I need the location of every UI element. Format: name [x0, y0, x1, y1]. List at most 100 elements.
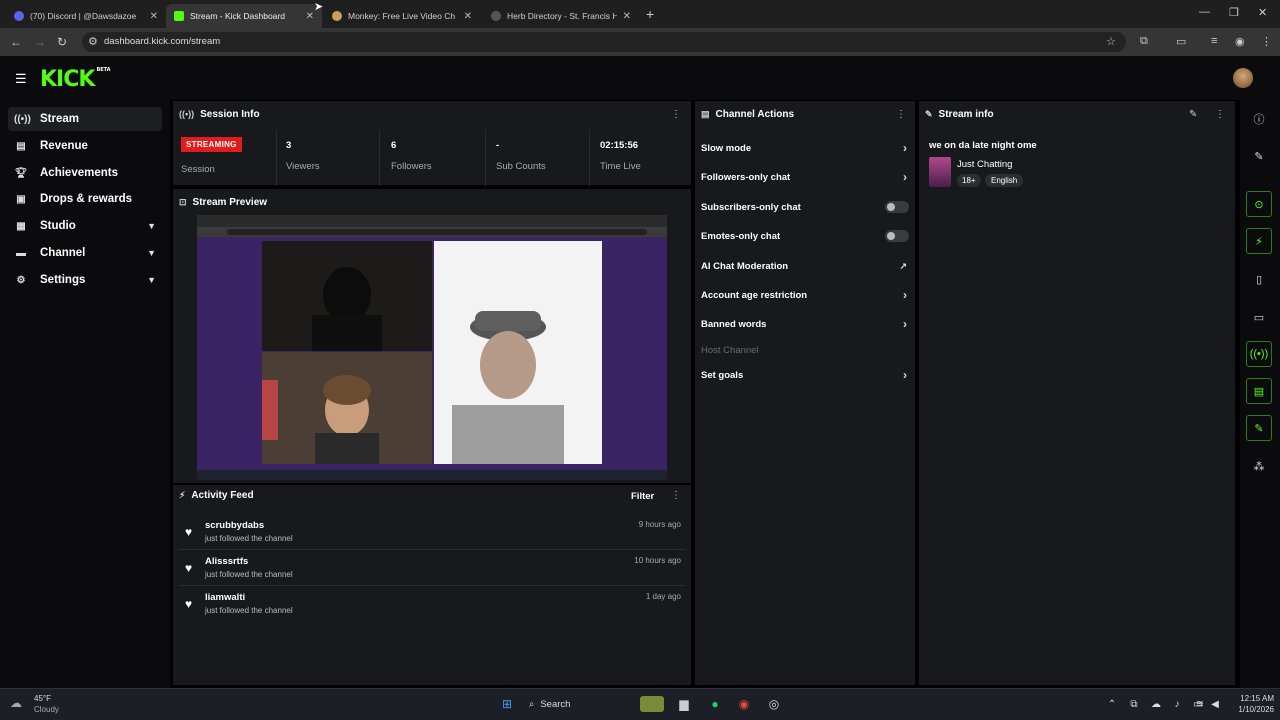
banned-words-option[interactable]: Banned words › — [701, 315, 909, 333]
filter-button[interactable]: Filter — [631, 491, 654, 502]
close-tab-icon[interactable]: ✕ — [623, 11, 631, 22]
volume-icon[interactable]: ◀ — [1207, 696, 1223, 712]
tab-monkey[interactable]: Monkey: Free Live Video Ch ✕ — [324, 4, 480, 28]
bookmark-star-icon[interactable]: ☆ — [1106, 35, 1116, 48]
clock-time[interactable]: 12:15 AM — [1226, 694, 1274, 703]
cloud-icon[interactable]: ☁ — [1148, 696, 1164, 712]
widgets-icon[interactable] — [640, 696, 664, 712]
chat-icon[interactable]: ▭ — [1246, 304, 1272, 330]
panel-header: ((•)) Session Info — [173, 101, 691, 127]
panel-title: Channel Actions — [715, 108, 795, 120]
activity-user[interactable]: Alisssrtfs — [205, 556, 248, 567]
reload-icon[interactable]: ↻ — [57, 35, 67, 49]
minimize-icon[interactable]: — — [1199, 6, 1210, 18]
back-icon[interactable]: ← — [10, 35, 22, 49]
activity-time: 10 hours ago — [634, 556, 681, 565]
broadcast-icon[interactable]: ((•)) — [1246, 341, 1272, 367]
sidebar-item-label: Revenue — [40, 140, 88, 152]
sidebar-item-revenue[interactable]: ▤ Revenue — [8, 134, 162, 158]
sidebar-item-label: Drops & rewards — [40, 193, 133, 205]
microphone-icon[interactable]: ♪ — [1169, 696, 1185, 712]
close-window-icon[interactable]: ✕ — [1258, 6, 1267, 19]
url-field[interactable]: dashboard.kick.com/stream — [82, 32, 1126, 52]
sidebar-item-drops[interactable]: ▣ Drops & rewards — [8, 187, 162, 211]
followers-only-chat-option[interactable]: Followers-only chat › — [701, 168, 909, 186]
trophy-icon: 🏆︎ — [14, 167, 28, 179]
document-icon[interactable]: ▯ — [1246, 266, 1272, 292]
site-info-icon[interactable]: ⚙ — [88, 35, 98, 48]
taskbar-search[interactable]: ⌕ Search — [523, 694, 633, 714]
more-options-icon[interactable]: ⋮ — [896, 109, 906, 120]
avatar[interactable] — [1233, 68, 1253, 88]
file-explorer-icon[interactable]: ▆ — [676, 696, 692, 712]
weather-icon[interactable]: ☁ — [10, 696, 22, 710]
tag-badge[interactable]: English — [985, 174, 1024, 187]
wifi-icon[interactable]: ≋ — [1192, 696, 1208, 712]
category-name[interactable]: Just Chatting — [957, 159, 1012, 170]
lightning-icon: ⚡︎ — [179, 489, 186, 500]
stat-value: - — [496, 140, 500, 151]
edit-icon[interactable]: ✎ — [1246, 143, 1272, 169]
emotes-only-toggle[interactable] — [885, 230, 909, 242]
close-tab-icon[interactable]: ✕ — [464, 11, 472, 22]
kick-logo[interactable]: KICK BETA — [40, 67, 111, 92]
subscribers-only-toggle[interactable] — [885, 201, 909, 213]
session-icon[interactable]: ⊙ — [1246, 191, 1272, 217]
account-age-restriction-option[interactable]: Account age restriction › — [701, 286, 909, 304]
activity-message: just followed the channel — [205, 570, 293, 579]
windows-start-icon[interactable]: ⊞ — [499, 696, 515, 712]
search-placeholder: Search — [540, 698, 571, 710]
stat-value: 3 — [286, 140, 292, 151]
slow-mode-option[interactable]: Slow mode › — [701, 139, 909, 157]
chevron-up-icon[interactable]: ⌃ — [1104, 696, 1120, 712]
users-icon[interactable]: ⁂ — [1246, 453, 1272, 479]
close-tab-icon[interactable]: ✕ — [306, 11, 314, 22]
more-options-icon[interactable]: ⋮ — [1215, 109, 1225, 120]
stat-value: 6 — [391, 140, 397, 151]
chevron-down-icon: ▼ — [147, 275, 156, 285]
new-tab-icon[interactable]: + — [646, 6, 654, 22]
app-icon[interactable]: ◎ — [766, 696, 782, 712]
sidebar-item-channel[interactable]: ▬ Channel ▼ — [8, 241, 162, 265]
kick-favicon-icon — [174, 11, 184, 21]
tray-app-icon[interactable]: ⧉ — [1126, 696, 1142, 712]
tag-badge[interactable]: 18+ — [957, 174, 981, 187]
clock-date[interactable]: 1/10/2026 — [1226, 705, 1274, 714]
sidebar-item-settings[interactable]: ⚙ Settings ▼ — [8, 268, 162, 292]
lightning-icon[interactable]: ⚡︎ — [1246, 228, 1272, 254]
extensions-icon[interactable]: ⧉ — [1140, 35, 1148, 48]
media-icon[interactable]: ≡ — [1211, 35, 1217, 47]
sidebar-item-achievements[interactable]: 🏆︎ Achievements — [8, 161, 162, 185]
divider — [276, 130, 277, 186]
sidepanel-icon[interactable]: ▭ — [1176, 35, 1186, 48]
more-options-icon[interactable]: ⋮ — [671, 490, 681, 501]
more-options-icon[interactable]: ⋮ — [671, 109, 681, 120]
tab-kick-dashboard[interactable]: Stream - Kick Dashboard ✕ — [166, 4, 322, 28]
hamburger-menu-icon[interactable]: ☰ — [15, 71, 27, 87]
activity-user[interactable]: scrubbydabs — [205, 520, 264, 531]
profile-icon[interactable]: ◉ — [1235, 35, 1245, 48]
tab-discord[interactable]: (70) Discord | @Dawsdazoe ✕ — [6, 4, 166, 28]
tab-herb-directory[interactable]: Herb Directory - St. Francis Her ✕ — [483, 4, 639, 28]
spotify-icon[interactable]: ● — [707, 696, 723, 712]
browser-menu-icon[interactable]: ⋮ — [1261, 35, 1272, 48]
stat-label: Session — [181, 164, 215, 175]
close-tab-icon[interactable]: ✕ — [150, 11, 158, 22]
set-goals-option[interactable]: Set goals › — [701, 366, 909, 384]
option-label: Emotes-only chat — [701, 230, 781, 242]
sidebar-item-stream[interactable]: ((•)) Stream — [8, 107, 162, 131]
forward-icon[interactable]: → — [34, 35, 46, 49]
maximize-icon[interactable]: ❐ — [1229, 6, 1239, 19]
info-icon[interactable]: ⓘ — [1246, 106, 1272, 132]
activity-message: just followed the channel — [205, 534, 293, 543]
stream-preview-video[interactable] — [197, 215, 667, 480]
chrome-icon[interactable]: ◉ — [736, 696, 752, 712]
edit-icon[interactable]: ✎ — [1189, 109, 1197, 120]
category-thumbnail[interactable] — [929, 157, 951, 187]
activity-user[interactable]: liamwalti — [205, 592, 245, 603]
ai-chat-moderation-option[interactable]: AI Chat Moderation ↗ — [701, 257, 909, 275]
panel-header: ⚡︎ Activity Feed — [173, 482, 691, 508]
layout-icon[interactable]: ▤ — [1246, 378, 1272, 404]
wrench-icon[interactable]: ✎ — [1246, 415, 1272, 441]
sidebar-item-studio[interactable]: ▦ Studio ▼ — [8, 214, 162, 238]
